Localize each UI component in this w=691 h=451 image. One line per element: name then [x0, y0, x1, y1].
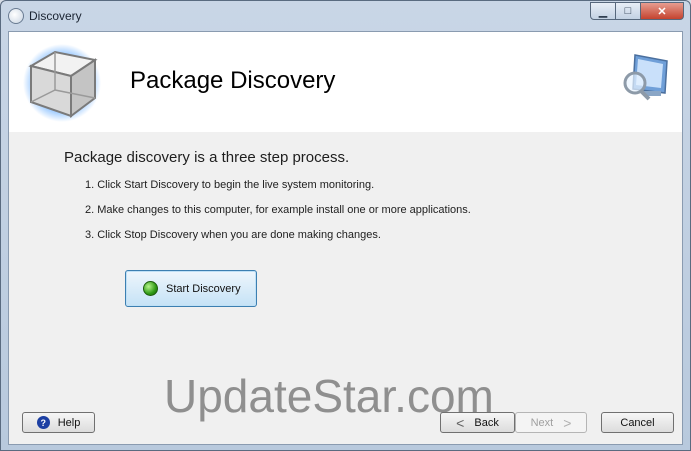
cancel-button[interactable]: Cancel — [601, 412, 674, 433]
wizard-client-area: Package Discovery Package discovery is a… — [8, 31, 683, 445]
step-item: 2. Make changes to this computer, for ex… — [85, 204, 471, 216]
step-item: 3. Click Stop Discovery when you are don… — [85, 229, 381, 241]
cube-icon — [23, 44, 101, 122]
close-button[interactable]: ✕ — [641, 2, 684, 20]
monitor-search-icon — [623, 54, 668, 101]
cancel-label: Cancel — [620, 416, 655, 429]
intro-text: Package discovery is a three step proces… — [64, 149, 350, 166]
next-label: Next — [530, 416, 554, 429]
help-icon: ? — [36, 416, 50, 429]
title-bar[interactable]: Discovery ▁ □ ✕ — [1, 1, 690, 31]
maximize-button[interactable]: □ — [616, 2, 641, 20]
steps-list: 1. Click Start Discovery to begin the li… — [85, 179, 471, 254]
start-discovery-button[interactable]: Start Discovery — [125, 270, 257, 307]
back-button[interactable]: < Back — [440, 412, 515, 433]
wizard-header: Package Discovery — [9, 32, 682, 132]
step-item: 1. Click Start Discovery to begin the li… — [85, 179, 375, 191]
green-status-icon — [143, 281, 158, 296]
app-icon — [8, 8, 24, 24]
chevron-left-icon: < — [456, 414, 465, 431]
back-label: Back — [474, 416, 499, 429]
window-title: Discovery — [29, 9, 82, 23]
discovery-window: Discovery ▁ □ ✕ Package Discovery Packag… — [0, 0, 691, 451]
start-discovery-label: Start Discovery — [166, 282, 241, 295]
help-button[interactable]: ? Help — [22, 412, 95, 433]
next-button[interactable]: Next > — [515, 412, 587, 433]
minimize-button[interactable]: ▁ — [590, 2, 616, 20]
page-title: Package Discovery — [130, 67, 336, 94]
caption-buttons: ▁ □ ✕ — [590, 2, 684, 20]
help-label: Help — [57, 416, 81, 429]
chevron-right-icon: > — [563, 414, 572, 431]
